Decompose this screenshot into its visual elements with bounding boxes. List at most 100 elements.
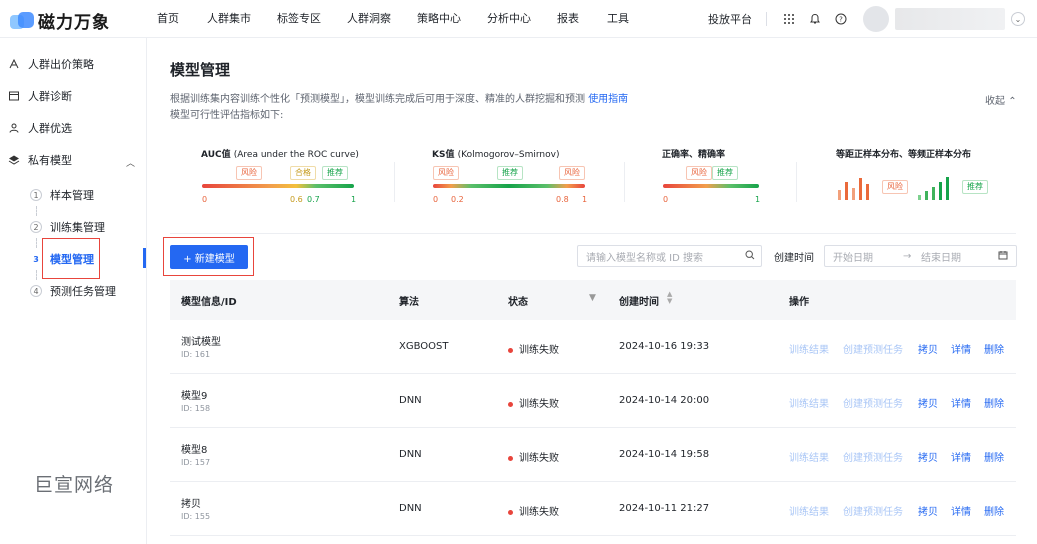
tick-label: 1 xyxy=(582,195,588,204)
sidebar-subitem-samples[interactable]: 1 样本管理 xyxy=(30,186,94,204)
metric-auc-title: AUC值 (Area under the ROC curve) xyxy=(201,147,359,160)
guide-link[interactable]: 使用指南 xyxy=(588,94,628,105)
model-name: 测试模型 xyxy=(181,337,221,348)
calendar-icon[interactable] xyxy=(998,250,1008,263)
algorithm: DNN xyxy=(399,395,422,406)
metric-distribution-title: 等距正样本分布、等频正样本分布 xyxy=(836,150,972,160)
sidebar-subitem-trainset[interactable]: 2 训练集管理 xyxy=(30,218,105,236)
nav-tag-zone[interactable]: 标签专区 xyxy=(267,0,337,38)
sidebar-subitem-prediction-tasks[interactable]: 4 预测任务管理 xyxy=(30,282,116,300)
sidebar-item-diagnosis[interactable]: 人群诊断 xyxy=(8,86,72,106)
metric-divider xyxy=(394,162,395,202)
metric-subtitle: (Area under the ROC curve) xyxy=(233,150,359,160)
start-date-input[interactable]: 开始日期 xyxy=(833,249,903,264)
step-number: 4 xyxy=(30,285,42,297)
step-number: 3 xyxy=(33,254,39,264)
strategy-icon xyxy=(8,58,20,70)
date-range-picker[interactable]: 开始日期 → 结束日期 xyxy=(824,245,1017,267)
created-time: 2024-10-14 19:58 xyxy=(619,449,710,460)
ad-platform-link[interactable]: 投放平台 xyxy=(708,11,752,27)
delete-link[interactable]: 删除 xyxy=(984,395,1004,410)
step-connector xyxy=(36,238,37,248)
table-row: 拷贝 ID: 155 DNN 训练失败 2024-10-11 21:27 训练结… xyxy=(170,482,1016,536)
auc-gauge-bar xyxy=(202,184,354,188)
nav-crowd-insight[interactable]: 人群洞察 xyxy=(337,0,407,38)
created-time: 2024-10-11 21:27 xyxy=(619,503,710,514)
sidebar-item-private-model[interactable]: 私有模型 xyxy=(8,150,72,170)
tag-risk: 风险 xyxy=(559,166,585,180)
model-search-input[interactable]: 请输入模型名称或 ID 搜索 xyxy=(577,245,762,267)
delete-link[interactable]: 删除 xyxy=(984,341,1004,356)
status-dot xyxy=(508,509,513,515)
sidebar-item-optimize[interactable]: 人群优选 xyxy=(8,118,72,138)
metric-name: AUC值 xyxy=(201,150,231,160)
create-prediction-task-link[interactable]: 创建预测任务 xyxy=(843,341,903,356)
metric-divider xyxy=(624,162,625,202)
training-result-link[interactable]: 训练结果 xyxy=(789,341,829,356)
users-icon xyxy=(8,122,20,134)
nav-crowd-market[interactable]: 人群集市 xyxy=(197,0,267,38)
sidebar-subitem-label: 样本管理 xyxy=(50,189,94,202)
chevron-up-icon: ⌃ xyxy=(1008,96,1017,107)
status-dot xyxy=(508,347,513,353)
brand-logo[interactable]: 磁力万象 xyxy=(10,8,110,33)
sidebar-item-label: 人群诊断 xyxy=(28,90,72,103)
create-prediction-task-link[interactable]: 创建预测任务 xyxy=(843,395,903,410)
training-result-link[interactable]: 训练结果 xyxy=(789,503,829,518)
help-icon[interactable]: ? xyxy=(833,11,849,27)
nav-tools[interactable]: 工具 xyxy=(597,0,647,38)
risk-distribution-chart-icon xyxy=(836,176,874,200)
copy-link[interactable]: 拷贝 xyxy=(918,395,938,410)
sort-icon[interactable]: ▲ ▼ xyxy=(667,291,672,305)
detail-link[interactable]: 详情 xyxy=(951,395,971,410)
page-title: 模型管理 xyxy=(170,61,231,79)
search-placeholder: 请输入模型名称或 ID 搜索 xyxy=(586,252,704,264)
step-connector xyxy=(36,270,37,280)
delete-link[interactable]: 删除 xyxy=(984,449,1004,464)
step-number: 1 xyxy=(30,189,42,201)
detail-link[interactable]: 详情 xyxy=(951,503,971,518)
sidebar-subitem-label: 训练集管理 xyxy=(50,221,105,234)
step-connector xyxy=(36,206,37,216)
training-result-link[interactable]: 训练结果 xyxy=(789,449,829,464)
grid-icon[interactable] xyxy=(781,11,797,27)
tick-label: 0.2 xyxy=(451,195,464,204)
nav-report[interactable]: 报表 xyxy=(547,0,597,38)
search-icon[interactable] xyxy=(745,250,755,263)
training-result-link[interactable]: 训练结果 xyxy=(789,395,829,410)
copy-link[interactable]: 拷贝 xyxy=(918,503,938,518)
end-date-input[interactable]: 结束日期 xyxy=(921,249,991,264)
create-prediction-task-link[interactable]: 创建预测任务 xyxy=(843,449,903,464)
chevron-down-icon[interactable]: ⌄ xyxy=(1011,12,1025,26)
sidebar-item-label: 人群优选 xyxy=(28,122,72,135)
username-redacted[interactable] xyxy=(895,8,1005,30)
model-name: 模型9 xyxy=(181,391,208,402)
metric-accuracy-title: 正确率、精确率 xyxy=(662,150,726,160)
sidebar-item-bid-strategy[interactable]: 人群出价策略 xyxy=(8,54,94,74)
new-model-button[interactable]: + 新建模型 xyxy=(170,245,248,269)
copy-link[interactable]: 拷贝 xyxy=(918,449,938,464)
algorithm: DNN xyxy=(399,449,422,460)
nav-strategy-center[interactable]: 策略中心 xyxy=(407,0,477,38)
algorithm: XGBOOST xyxy=(399,341,449,352)
bell-icon[interactable] xyxy=(807,11,823,27)
ks-gauge-bar xyxy=(433,184,585,188)
metric-ks-title: KS值 (Kolmogorov–Smirnov) xyxy=(432,147,559,160)
sidebar-subitem-label: 预测任务管理 xyxy=(50,285,116,298)
tick-label: 0.7 xyxy=(307,195,320,204)
detail-link[interactable]: 详情 xyxy=(951,449,971,464)
delete-link[interactable]: 删除 xyxy=(984,503,1004,518)
table-row: 测试模型 ID: 161 XGBOOST 训练失败 2024-10-16 19:… xyxy=(170,320,1016,374)
nav-home[interactable]: 首页 xyxy=(147,0,197,38)
chevron-up-icon[interactable]: ︿ xyxy=(126,156,135,169)
collapse-toggle[interactable]: 收起 ⌃ xyxy=(985,92,1017,107)
copy-link[interactable]: 拷贝 xyxy=(918,341,938,356)
avatar[interactable] xyxy=(863,6,889,32)
tick-label: 0 xyxy=(663,195,669,204)
filter-icon[interactable]: ▼ xyxy=(589,293,596,303)
metric-subtitle: (Kolmogorov–Smirnov) xyxy=(457,150,560,160)
created-time: 2024-10-14 20:00 xyxy=(619,395,710,406)
nav-analysis-center[interactable]: 分析中心 xyxy=(477,0,547,38)
create-prediction-task-link[interactable]: 创建预测任务 xyxy=(843,503,903,518)
detail-link[interactable]: 详情 xyxy=(951,341,971,356)
